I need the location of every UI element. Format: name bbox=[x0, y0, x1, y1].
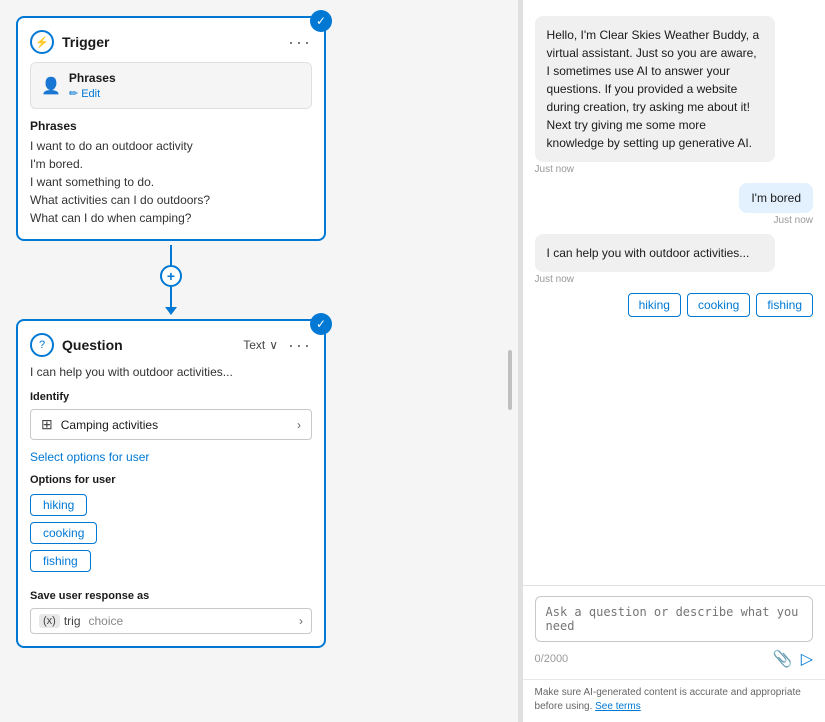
chat-timestamp-2: Just now bbox=[774, 215, 813, 226]
trigger-check-icon: ✓ bbox=[310, 10, 332, 32]
option-tag-hiking[interactable]: hiking bbox=[30, 494, 87, 516]
trigger-icon: ⚡ bbox=[30, 30, 54, 54]
question-icon: ? bbox=[30, 333, 54, 357]
phrases-edit-link[interactable]: ✏ Edit bbox=[69, 87, 116, 100]
trigger-title: Trigger bbox=[62, 34, 109, 50]
identify-label: Identify bbox=[30, 391, 312, 403]
phrases-section: Phrases I want to do an outdoor activity… bbox=[30, 119, 312, 227]
save-var-value: choice bbox=[89, 614, 124, 628]
chat-timestamp-1: Just now bbox=[535, 164, 813, 175]
add-node-button[interactable]: + bbox=[160, 265, 182, 287]
question-message: I can help you with outdoor activities..… bbox=[30, 365, 312, 379]
user-message-container: I'm bored Just now bbox=[535, 183, 813, 226]
bot-intro-text: Hello, I'm Clear Skies Weather Buddy, a … bbox=[535, 16, 775, 162]
phrase-1: I want to do an outdoor activity bbox=[30, 137, 312, 155]
char-count: 0/2000 bbox=[535, 653, 569, 665]
chat-option-cooking[interactable]: cooking bbox=[687, 293, 750, 317]
options-label: Options for user bbox=[30, 474, 312, 486]
connector-line-bottom bbox=[170, 287, 172, 307]
chevron-down-icon: ∨ bbox=[269, 338, 278, 352]
scrollbar-indicator bbox=[508, 350, 512, 410]
table-icon: ⊞ bbox=[41, 416, 53, 433]
save-response-left: (x) trig choice bbox=[39, 614, 123, 628]
save-response-box[interactable]: (x) trig choice › bbox=[30, 608, 312, 634]
phrases-inner-content: Phrases ✏ Edit bbox=[69, 71, 116, 100]
option-tag-fishing[interactable]: fishing bbox=[30, 550, 91, 572]
chat-input-footer: 0/2000 📎 ▷ bbox=[535, 649, 813, 669]
save-response-chevron: › bbox=[299, 614, 303, 628]
connector-arrow bbox=[165, 307, 177, 315]
phrases-person-icon: 👤 bbox=[41, 76, 61, 96]
save-response-label: Save user response as bbox=[30, 590, 312, 602]
left-panel: ⚡ Trigger ··· ✓ 👤 Phrases ✏ Edit Phrases… bbox=[0, 0, 518, 722]
right-panel: Hello, I'm Clear Skies Weather Buddy, a … bbox=[522, 0, 825, 722]
save-var-name: trig bbox=[64, 614, 81, 628]
phrase-5: What can I do when camping? bbox=[30, 209, 312, 227]
question-type-dropdown[interactable]: Text ∨ bbox=[243, 338, 278, 352]
save-var-prefix: (x) bbox=[39, 614, 60, 628]
option-fishing: fishing bbox=[30, 550, 312, 578]
trigger-header-left: ⚡ Trigger bbox=[30, 30, 109, 54]
identify-left: ⊞ Camping activities bbox=[41, 416, 158, 433]
send-button[interactable]: ▷ bbox=[801, 649, 813, 669]
identify-chevron-icon: › bbox=[297, 418, 301, 432]
question-title: Question bbox=[62, 337, 123, 353]
phrases-inner-title: Phrases bbox=[69, 71, 116, 85]
disclaimer-link[interactable]: See terms bbox=[595, 701, 641, 712]
select-options-link[interactable]: Select options for user bbox=[30, 450, 312, 464]
chat-option-hiking[interactable]: hiking bbox=[628, 293, 681, 317]
identify-entity-box[interactable]: ⊞ Camping activities › bbox=[30, 409, 312, 440]
trigger-card: ⚡ Trigger ··· ✓ 👤 Phrases ✏ Edit Phrases… bbox=[16, 16, 326, 241]
identify-entity-text: Camping activities bbox=[61, 418, 158, 432]
bot-reply-bubble: I can help you with outdoor activities..… bbox=[535, 234, 775, 272]
option-cooking: cooking bbox=[30, 522, 312, 550]
bot-intro-bubble: Hello, I'm Clear Skies Weather Buddy, a … bbox=[535, 16, 813, 175]
phrase-2: I'm bored. bbox=[30, 155, 312, 173]
user-message-bubble: I'm bored bbox=[739, 183, 813, 213]
trigger-menu-button[interactable]: ··· bbox=[288, 32, 312, 53]
option-hiking: hiking bbox=[30, 494, 312, 522]
question-card: ? Question Text ∨ ··· ✓ I can help you w… bbox=[16, 319, 326, 648]
chat-input-area: 0/2000 📎 ▷ bbox=[523, 585, 825, 679]
phrase-3: I want something to do. bbox=[30, 173, 312, 191]
chat-timestamp-3: Just now bbox=[535, 274, 813, 285]
connector-line-top bbox=[170, 245, 172, 265]
attachment-button[interactable]: 📎 bbox=[773, 649, 793, 669]
question-card-header: ? Question Text ∨ ··· bbox=[30, 333, 312, 357]
chat-area: Hello, I'm Clear Skies Weather Buddy, a … bbox=[523, 0, 825, 585]
disclaimer-text: Make sure AI-generated content is accura… bbox=[535, 687, 801, 712]
chat-option-fishing[interactable]: fishing bbox=[756, 293, 813, 317]
phrase-4: What activities can I do outdoors? bbox=[30, 191, 312, 209]
question-menu-button[interactable]: ··· bbox=[288, 335, 312, 356]
chat-input-icons: 📎 ▷ bbox=[773, 649, 813, 669]
question-header-left: ? Question bbox=[30, 333, 123, 357]
trigger-card-header: ⚡ Trigger ··· bbox=[30, 30, 312, 54]
chat-input-field[interactable] bbox=[535, 596, 813, 642]
chat-options-row: hiking cooking fishing bbox=[628, 293, 813, 317]
bot-reply-container: I can help you with outdoor activities..… bbox=[535, 234, 813, 285]
question-check-icon: ✓ bbox=[310, 313, 332, 335]
chat-disclaimer: Make sure AI-generated content is accura… bbox=[523, 679, 825, 722]
option-tag-cooking[interactable]: cooking bbox=[30, 522, 97, 544]
phrases-inner-box: 👤 Phrases ✏ Edit bbox=[30, 62, 312, 109]
phrases-heading: Phrases bbox=[30, 119, 312, 133]
connector: + bbox=[16, 245, 326, 315]
